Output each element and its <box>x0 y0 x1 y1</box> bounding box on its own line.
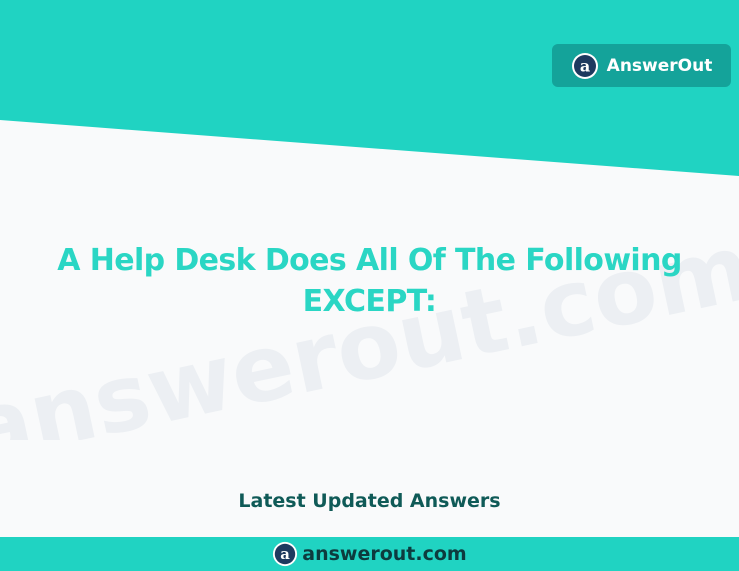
svg-text:a: a <box>280 545 290 563</box>
question-title: A Help Desk Does All Of The Following EX… <box>57 243 682 319</box>
brand-label: AnswerOut <box>606 55 713 76</box>
answerout-logo-icon: a <box>571 52 598 79</box>
site-domain-link[interactable]: answerout.com <box>302 543 466 565</box>
answerout-brand-button[interactable]: a AnswerOut <box>552 44 731 87</box>
answerout-logo-icon: a <box>273 541 298 567</box>
svg-text:a: a <box>579 56 589 75</box>
latest-updated-answers-label: Latest Updated Answers <box>238 490 501 512</box>
bottom-teal-band: a answerout.com <box>0 537 739 571</box>
